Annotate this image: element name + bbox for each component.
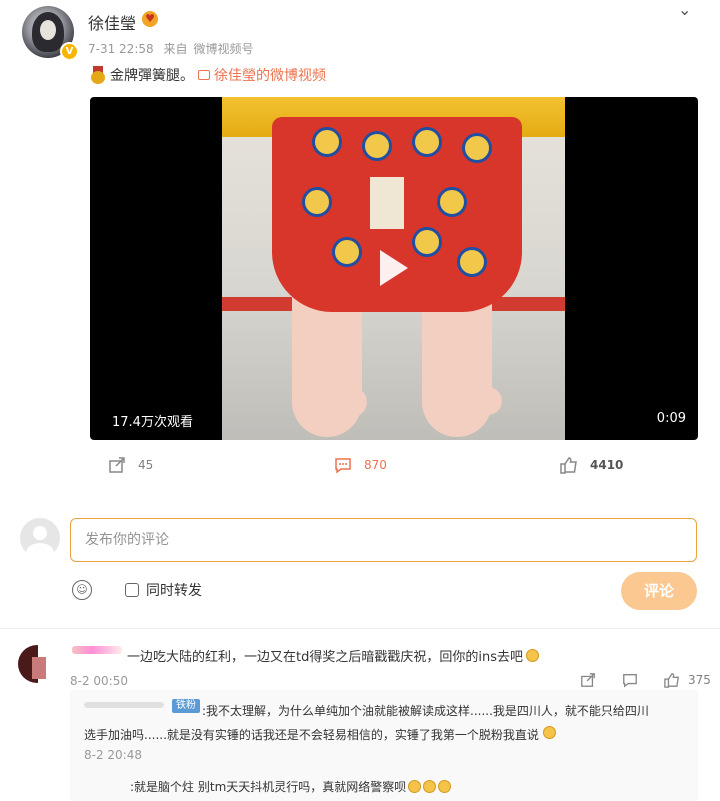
commenter-avatar[interactable]: [18, 645, 56, 683]
reply-text: :就是脑个炷 别tm天天抖机灵行吗，真就网络警察呗: [130, 778, 452, 795]
repost-button[interactable]: 45: [108, 456, 153, 474]
thumbs-up-icon: [560, 457, 577, 474]
verified-badge-icon: V: [60, 42, 79, 61]
video-duration: 0:09: [656, 411, 686, 426]
medal-icon: [90, 66, 106, 84]
emoji-icon: [423, 780, 437, 793]
author-name[interactable]: 徐佳瑩: [88, 10, 136, 34]
post-source: 微博视频号: [193, 42, 254, 56]
emoji-icon: [438, 780, 452, 793]
post-body: 金牌彈簧腿。: [110, 68, 194, 84]
heart-eyes-emoji-icon: ♥: [142, 11, 158, 27]
repost-count: 45: [138, 458, 154, 472]
reply-body: :就是脑个炷 别tm天天抖机灵行吗，真就网络警察呗: [130, 780, 407, 794]
post-source-label: 来自: [163, 42, 188, 56]
video-link[interactable]: 徐佳瑩的微博视频: [198, 65, 326, 85]
reply-text-continued: 选手加油吗......就是没有实锤的话我还是不会轻易相信的，实锤了我第一个脱粉我…: [84, 723, 556, 747]
post-timestamp[interactable]: 7-31 22:58: [88, 42, 154, 56]
comment-count: 870: [364, 458, 387, 472]
submit-comment-button[interactable]: 评论: [621, 572, 697, 610]
comment-like-button[interactable]: 375: [664, 672, 711, 688]
emoji-icon: [525, 649, 539, 662]
comment-like-count: 375: [688, 673, 711, 687]
post-meta: 7-31 22:58 来自 微博视频号: [88, 40, 260, 57]
video-player[interactable]: 17.4万次观看 0:09: [90, 97, 698, 440]
comment-icon[interactable]: [622, 672, 638, 688]
thumbs-up-icon: [664, 673, 679, 688]
fan-badge: 铁粉: [172, 699, 200, 713]
reply-text-line2: 选手加油吗......就是没有实锤的话我还是不会轻易相信的，实锤了我第一个脱粉我…: [84, 728, 539, 742]
video-camera-icon: [198, 70, 210, 80]
video-link-label[interactable]: 徐佳瑩的微博视频: [214, 65, 326, 85]
reply-author-redacted[interactable]: [84, 702, 164, 708]
emoji-icon: [408, 780, 422, 793]
comment-button[interactable]: 870: [334, 456, 387, 474]
reply-text: :我不太理解，为什么单纯加个油就能被解读成这样......我是四川人，就不能只给…: [202, 704, 649, 718]
emoji-picker-icon[interactable]: ☺: [72, 580, 92, 600]
repost-icon[interactable]: [580, 672, 596, 688]
like-button[interactable]: 4410: [560, 456, 623, 474]
repost-checkbox-label[interactable]: 同时转发: [146, 580, 202, 600]
comment-input[interactable]: 发布你的评论: [70, 518, 697, 562]
post-action-bar: 45 870 4410: [90, 456, 698, 486]
reply-time: 8-2 20:48: [84, 748, 142, 762]
repost-checkbox[interactable]: [125, 583, 139, 597]
comment-icon: [335, 458, 351, 474]
divider: [0, 628, 720, 629]
like-count: 4410: [590, 458, 624, 472]
comment-actions: 375: [580, 672, 711, 688]
chevron-down-icon[interactable]: ⌄: [678, 0, 691, 19]
comment-body: 一边吃大陆的红利，一边又在td得奖之后暗戳戳庆祝，回你的ins去吧: [127, 650, 523, 665]
repost-icon: [109, 457, 125, 473]
current-user-avatar: [20, 518, 60, 558]
emoji-icon: [542, 726, 556, 739]
view-count: 17.4万次观看: [112, 415, 193, 430]
post-text: 金牌彈簧腿。 徐佳瑩的微博视频: [90, 65, 326, 85]
comment-time: 8-2 00:50: [70, 674, 128, 688]
commenter-name-redacted[interactable]: [72, 646, 122, 654]
comment-text: 一边吃大陆的红利，一边又在td得奖之后暗戳戳庆祝，回你的ins去吧: [127, 646, 539, 665]
play-button-icon[interactable]: [374, 248, 414, 288]
